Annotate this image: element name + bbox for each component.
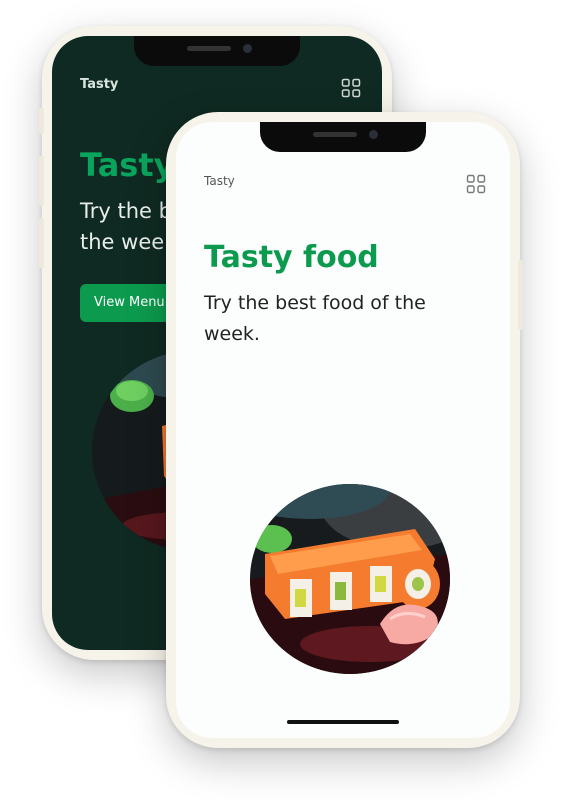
hero-subtitle-line: the week [80, 230, 177, 254]
hero-title: Tasty food [204, 240, 379, 275]
front-phone: Tasty Tasty food Try the best food of th… [166, 112, 523, 748]
speaker [187, 46, 231, 51]
speaker [313, 132, 357, 137]
grid-icon[interactable] [341, 78, 361, 102]
notch [260, 122, 426, 152]
hero-subtitle-line: Try the b [80, 199, 172, 223]
volume-up-button [39, 156, 44, 206]
app-name: Tasty [204, 174, 235, 188]
hero-title: Tasty [80, 146, 175, 184]
notch [134, 36, 300, 66]
app-name: Tasty [80, 77, 119, 92]
hero-subtitle: Try the best food of the week. [204, 292, 426, 345]
front-camera [369, 130, 378, 139]
front-camera [243, 44, 252, 53]
front-phone-screen: Tasty Tasty food Try the best food of th… [176, 122, 510, 738]
grid-icon[interactable] [466, 174, 486, 198]
hero-subtitle: Try the b the week [80, 196, 176, 258]
volume-down-button [39, 218, 44, 268]
mute-switch [39, 108, 44, 134]
home-indicator [287, 720, 399, 724]
power-button [518, 260, 523, 330]
sushi-image [250, 484, 450, 674]
view-menu-button[interactable]: View Menu [80, 284, 179, 322]
